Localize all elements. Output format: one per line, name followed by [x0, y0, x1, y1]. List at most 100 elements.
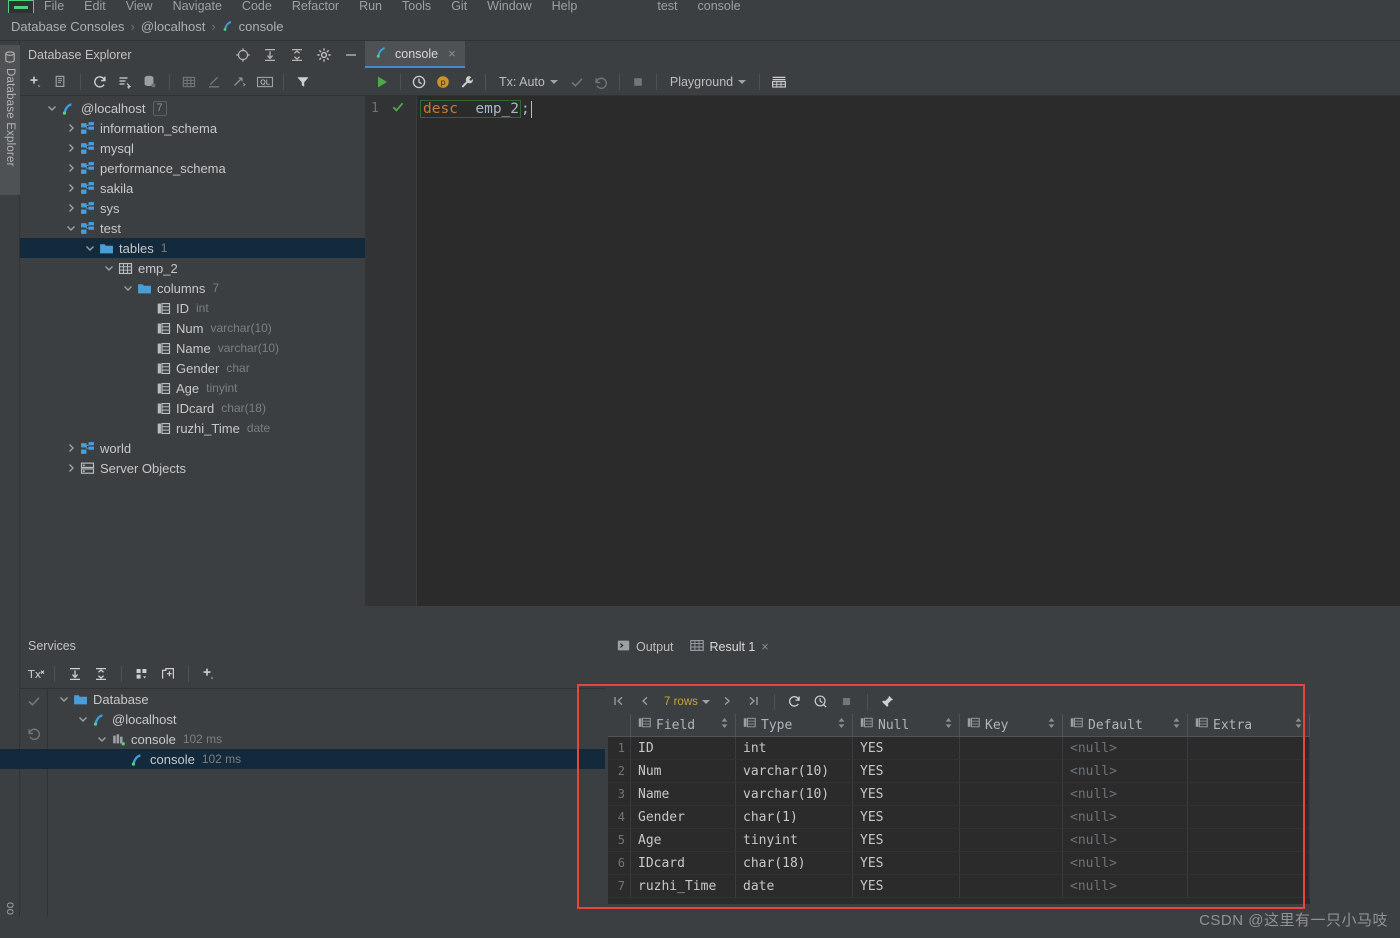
services-node-console[interactable]: console 102 ms	[48, 729, 605, 749]
run-icon[interactable]	[374, 74, 390, 90]
cell-default[interactable]: <null>	[1063, 783, 1188, 805]
cell-null[interactable]: YES	[853, 737, 960, 759]
sort-toggle-icon[interactable]	[1294, 717, 1303, 733]
cell-extra[interactable]	[1188, 829, 1310, 851]
cell-default[interactable]: <null>	[1063, 806, 1188, 828]
cell-extra[interactable]	[1188, 806, 1310, 828]
rows-count-dropdown[interactable]: 7 rows	[664, 696, 710, 708]
cell-null[interactable]: YES	[853, 806, 960, 828]
close-icon[interactable]: ×	[448, 46, 456, 61]
cell-key[interactable]	[960, 875, 1063, 897]
sort-toggle-icon[interactable]	[837, 717, 846, 733]
tree-node--localhost[interactable]: @localhost 7	[20, 98, 365, 118]
cell-default[interactable]: <null>	[1063, 875, 1188, 897]
add-tab-icon[interactable]	[160, 666, 176, 682]
menu-item-file[interactable]: File	[34, 0, 74, 13]
expand-all-icon[interactable]	[262, 47, 278, 63]
cell-field[interactable]: Gender	[631, 806, 736, 828]
cell-extra[interactable]	[1188, 852, 1310, 874]
tree-node-id[interactable]: ID int	[20, 298, 365, 318]
duplicate-icon[interactable]	[53, 74, 69, 90]
tree-node-sys[interactable]: sys	[20, 198, 365, 218]
cell-field[interactable]: IDcard	[631, 852, 736, 874]
services-node--localhost[interactable]: @localhost	[48, 709, 605, 729]
project-name-label[interactable]: test	[647, 0, 687, 13]
cell-type[interactable]: char(18)	[736, 852, 853, 874]
cell-null[interactable]: YES	[853, 760, 960, 782]
sort-toggle-icon[interactable]	[720, 717, 729, 733]
cell-type[interactable]: char(1)	[736, 806, 853, 828]
tab-result-1[interactable]: Result 1 ×	[689, 639, 769, 655]
table-row[interactable]: 4 Gender char(1) YES <null>	[608, 806, 1310, 829]
cell-field[interactable]: Num	[631, 760, 736, 782]
tree-node-server-objects[interactable]: Server Objects	[20, 458, 365, 478]
filter-icon[interactable]	[295, 74, 311, 90]
cell-field[interactable]: Age	[631, 829, 736, 851]
menu-item-code[interactable]: Code	[232, 0, 282, 13]
current-file-label[interactable]: console	[688, 0, 751, 13]
database-icon[interactable]	[142, 74, 158, 90]
menu-item-help[interactable]: Help	[542, 0, 588, 13]
collapse-all-icon[interactable]	[289, 47, 305, 63]
cell-key[interactable]	[960, 806, 1063, 828]
cell-type[interactable]: varchar(10)	[736, 783, 853, 805]
add-icon[interactable]	[28, 74, 44, 90]
cell-key[interactable]	[960, 783, 1063, 805]
chevron-right-icon[interactable]	[65, 162, 77, 174]
chevron-right-icon[interactable]	[65, 202, 77, 214]
cell-type[interactable]: int	[736, 737, 853, 759]
table-row[interactable]: 7 ruzhi_Time date YES <null>	[608, 875, 1310, 898]
menu-item-view[interactable]: View	[116, 0, 163, 13]
sql-statement-line[interactable]: desc emp_2 ;	[420, 100, 532, 118]
sort-toggle-icon[interactable]	[1047, 717, 1056, 733]
table-row[interactable]: 5 Age tinyint YES <null>	[608, 829, 1310, 852]
query-history-icon[interactable]	[813, 694, 829, 710]
cell-default[interactable]: <null>	[1063, 852, 1188, 874]
sort-toggle-icon[interactable]	[1172, 717, 1181, 733]
tree-node-num[interactable]: Num varchar(10)	[20, 318, 365, 338]
table-row[interactable]: 2 Num varchar(10) YES <null>	[608, 760, 1310, 783]
chevron-right-icon[interactable]	[65, 442, 77, 454]
tree-node-age[interactable]: Age tinyint	[20, 378, 365, 398]
chevron-down-icon[interactable]	[46, 102, 58, 114]
tree-node-idcard[interactable]: IDcard char(18)	[20, 398, 365, 418]
chevron-down-icon[interactable]	[77, 713, 89, 725]
cell-key[interactable]	[960, 760, 1063, 782]
tx-icon[interactable]: Tx	[26, 666, 45, 682]
schema-selector-dropdown[interactable]: Playground	[667, 75, 749, 89]
cell-default[interactable]: <null>	[1063, 760, 1188, 782]
tree-node-performance-schema[interactable]: performance_schema	[20, 158, 365, 178]
parameter-icon[interactable]: p	[435, 74, 451, 90]
cell-extra[interactable]	[1188, 875, 1310, 897]
chevron-right-icon[interactable]	[65, 182, 77, 194]
plus-icon[interactable]	[201, 666, 217, 682]
minimize-icon[interactable]	[343, 47, 359, 63]
cell-null[interactable]: YES	[853, 783, 960, 805]
breadcrumb-console[interactable]: console	[239, 19, 284, 34]
sort-toggle-icon[interactable]	[944, 717, 953, 733]
next-page-icon[interactable]	[720, 694, 736, 710]
breadcrumb-database-consoles[interactable]: Database Consoles	[11, 19, 124, 34]
chevron-right-icon[interactable]	[65, 122, 77, 134]
menu-item-tools[interactable]: Tools	[392, 0, 441, 13]
cell-type[interactable]: date	[736, 875, 853, 897]
tree-node-name[interactable]: Name varchar(10)	[20, 338, 365, 358]
tree-node-ruzhi-time[interactable]: ruzhi_Time date	[20, 418, 365, 438]
chevron-down-icon[interactable]	[58, 693, 70, 705]
cell-extra[interactable]	[1188, 783, 1310, 805]
locate-icon[interactable]	[235, 47, 251, 63]
menu-item-git[interactable]: Git	[441, 0, 477, 13]
cell-key[interactable]	[960, 852, 1063, 874]
refresh-icon[interactable]	[92, 74, 108, 90]
cell-extra[interactable]	[1188, 737, 1310, 759]
services-node-database[interactable]: Database	[48, 689, 605, 709]
tree-node-emp-2[interactable]: emp_2	[20, 258, 365, 278]
cell-field[interactable]: ruzhi_Time	[631, 875, 736, 897]
chevron-right-icon[interactable]	[65, 462, 77, 474]
tree-node-gender[interactable]: Gender char	[20, 358, 365, 378]
chevron-down-icon[interactable]	[65, 222, 77, 234]
cell-key[interactable]	[960, 829, 1063, 851]
chevron-down-icon[interactable]	[122, 282, 134, 294]
tree-node-mysql[interactable]: mysql	[20, 138, 365, 158]
tree-node-information-schema[interactable]: information_schema	[20, 118, 365, 138]
